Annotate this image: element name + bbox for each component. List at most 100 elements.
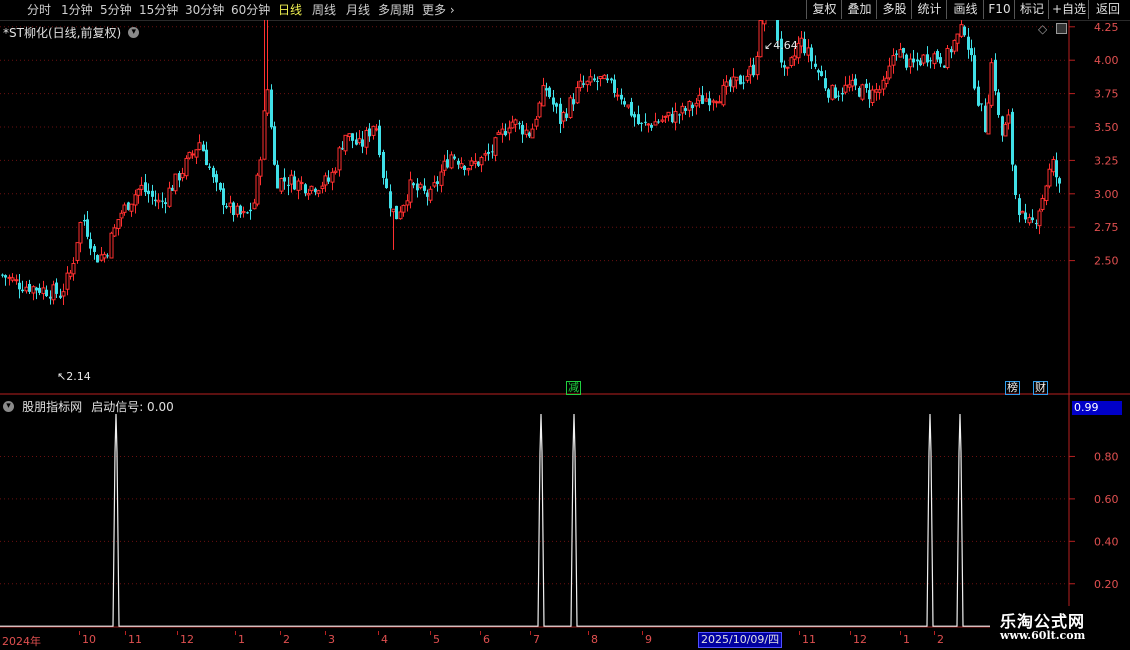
candle-body bbox=[1, 274, 4, 276]
candle-body bbox=[620, 94, 623, 100]
date-tick-label: 8 bbox=[591, 633, 598, 646]
toolbar-action-button[interactable]: +自选 bbox=[1048, 0, 1089, 19]
chevron-down-icon[interactable]: ▾ bbox=[128, 27, 140, 38]
sub-panel-title: 股朋指标网 bbox=[22, 400, 83, 414]
candle-body bbox=[418, 183, 423, 189]
candle-body bbox=[1058, 178, 1061, 184]
candle-body bbox=[742, 82, 745, 84]
toolbar-action-button[interactable]: 统计 bbox=[911, 0, 947, 19]
candle-body bbox=[35, 287, 38, 291]
candlestick-series[interactable] bbox=[1, 20, 1061, 306]
candle-body bbox=[51, 284, 56, 301]
candle-body bbox=[830, 84, 835, 100]
candle-body bbox=[287, 184, 290, 186]
period-tab[interactable]: 周线 bbox=[312, 0, 336, 20]
period-tab[interactable]: 多周期 bbox=[378, 0, 414, 20]
candle-body bbox=[593, 78, 596, 81]
date-tick-label: 11 bbox=[128, 633, 142, 646]
candle-body bbox=[898, 49, 903, 58]
candle-body bbox=[748, 65, 753, 76]
date-tick-label: 6 bbox=[483, 633, 490, 646]
candle-body bbox=[265, 89, 270, 114]
candle-body bbox=[93, 246, 96, 252]
candle-body bbox=[330, 171, 335, 183]
candle-body bbox=[524, 129, 529, 135]
toolbar-action-button[interactable]: 返回 bbox=[1088, 0, 1127, 19]
candle-body bbox=[28, 283, 31, 292]
candle-body bbox=[309, 185, 314, 192]
toolbar-action-button[interactable]: 标记 bbox=[1014, 0, 1049, 19]
candle-body bbox=[378, 125, 381, 155]
candle-body bbox=[602, 74, 607, 80]
candle-body bbox=[582, 83, 585, 85]
candle-body bbox=[721, 84, 726, 106]
candle-body bbox=[24, 286, 29, 292]
candle-body bbox=[820, 71, 823, 77]
candle-body bbox=[630, 101, 633, 116]
chart-canvas[interactable]: 2.502.753.003.253.503.754.004.254.500.20… bbox=[0, 20, 1130, 631]
price-tick-label: 3.00 bbox=[1094, 188, 1119, 201]
candle-body bbox=[776, 20, 779, 41]
period-tab[interactable]: 分时 bbox=[27, 0, 51, 20]
date-tick-mark bbox=[850, 631, 851, 635]
finance-badge[interactable]: 财 bbox=[1033, 381, 1048, 395]
toolbar-action-button[interactable]: 多股 bbox=[876, 0, 912, 19]
candle-body bbox=[1055, 160, 1058, 178]
main-panel-header: *ST柳化(日线,前复权) ▾ bbox=[3, 22, 140, 40]
candle-body bbox=[834, 87, 837, 99]
candle-body bbox=[666, 111, 671, 117]
candle-body bbox=[4, 275, 7, 278]
toolbar-action-button[interactable]: F10 bbox=[983, 0, 1015, 19]
candle-body bbox=[814, 63, 817, 67]
candle-body bbox=[144, 182, 147, 193]
chevron-down-icon[interactable]: ▾ bbox=[3, 401, 14, 412]
candle-body bbox=[483, 153, 488, 156]
candle-body bbox=[469, 160, 474, 166]
candle-body bbox=[640, 122, 643, 124]
candle-body bbox=[212, 167, 215, 178]
candle-body bbox=[870, 89, 875, 103]
period-tab[interactable]: 5分钟 bbox=[100, 0, 132, 20]
candle-body bbox=[222, 188, 225, 206]
period-tab[interactable]: 日线 bbox=[278, 0, 302, 20]
diamond-icon[interactable]: ◇ bbox=[1038, 22, 1047, 36]
candle-body bbox=[994, 59, 997, 92]
candle-body bbox=[792, 55, 797, 60]
period-tab[interactable]: 月线 bbox=[346, 0, 370, 20]
candle-body bbox=[351, 133, 354, 141]
period-tab[interactable]: 更多 › bbox=[422, 0, 455, 20]
candle-body bbox=[854, 78, 857, 86]
candle-body bbox=[513, 119, 518, 125]
period-tab[interactable]: 1分钟 bbox=[61, 0, 93, 20]
candle-body bbox=[762, 20, 767, 25]
list-badge[interactable]: 榜 bbox=[1005, 381, 1020, 395]
toolbar-action-button[interactable]: 复权 bbox=[806, 0, 842, 19]
period-tab[interactable]: 60分钟 bbox=[231, 0, 270, 20]
candle-body bbox=[1031, 217, 1034, 221]
candle-body bbox=[184, 157, 189, 177]
candle-body bbox=[164, 202, 167, 204]
candle-body bbox=[446, 159, 449, 168]
date-tick-label: 7 bbox=[533, 633, 540, 646]
date-tick-label: 9 bbox=[645, 633, 652, 646]
candle-body bbox=[1037, 210, 1042, 227]
date-tick-label: 12 bbox=[853, 633, 867, 646]
candle-body bbox=[83, 219, 86, 222]
date-tick-mark bbox=[588, 631, 589, 635]
toolbar-action-button[interactable]: 叠加 bbox=[841, 0, 877, 19]
candle-body bbox=[333, 170, 338, 173]
candle-body bbox=[606, 78, 609, 81]
candle-body bbox=[395, 205, 398, 220]
candle-body bbox=[650, 124, 653, 128]
candle-body bbox=[136, 188, 141, 196]
period-tab[interactable]: 30分钟 bbox=[185, 0, 224, 20]
reduction-badge[interactable]: 减 bbox=[566, 381, 581, 395]
toolbar-action-button[interactable]: 画线 bbox=[946, 0, 984, 19]
candle-body bbox=[347, 133, 352, 138]
date-tick-mark bbox=[378, 631, 379, 635]
candle-body bbox=[877, 89, 882, 93]
candle-body bbox=[548, 87, 551, 97]
period-tab[interactable]: 15分钟 bbox=[139, 0, 178, 20]
panel-toggle-icon[interactable] bbox=[1056, 23, 1067, 34]
candle-body bbox=[31, 286, 36, 294]
